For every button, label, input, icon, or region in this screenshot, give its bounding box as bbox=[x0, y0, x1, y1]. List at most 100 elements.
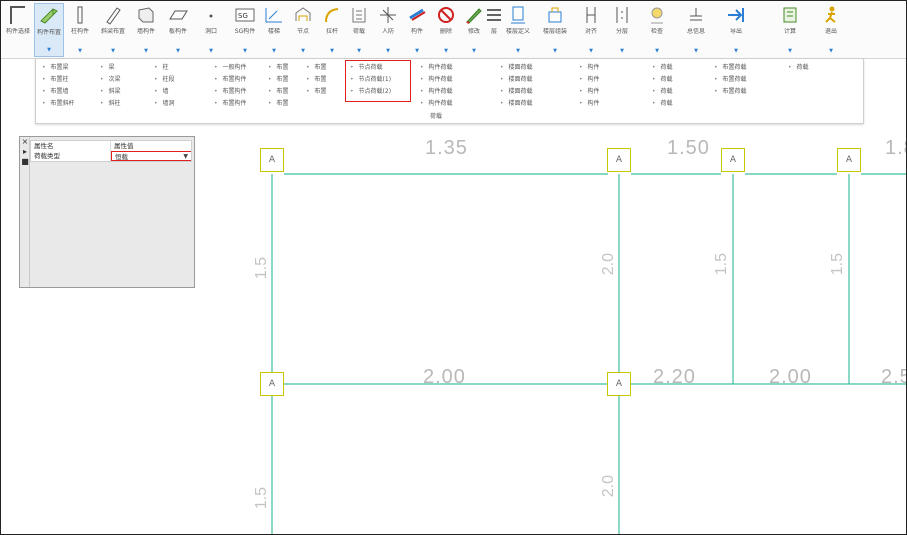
ribbon-button-check[interactable]: 检查 ▼ bbox=[642, 3, 672, 57]
load-type-select[interactable]: 恒载 ▼ bbox=[111, 151, 191, 161]
menu-icon[interactable]: ■ bbox=[20, 157, 30, 167]
chevron-down-icon: ▼ bbox=[829, 48, 833, 54]
dropdown-item[interactable]: • 一般构件 bbox=[214, 62, 247, 74]
layer-icon bbox=[487, 9, 501, 21]
dropdown-item[interactable]: • 构件荷载 bbox=[420, 62, 453, 74]
dropdown-item[interactable]: • 布置 bbox=[268, 98, 289, 110]
column-header-name: 属性名 bbox=[31, 141, 111, 151]
ribbon-button-load[interactable]: 荷载 ▼ bbox=[344, 3, 374, 57]
dropdown-item[interactable]: • 布置 bbox=[306, 62, 327, 74]
ribbon-button-align[interactable]: 对齐 ▼ bbox=[576, 3, 606, 57]
ribbon-button-stair[interactable]: 楼梯 ▼ bbox=[259, 3, 289, 57]
dropdown-item[interactable]: • 斜梁 bbox=[100, 86, 121, 98]
dropdown-item[interactable]: • 布置梁 bbox=[42, 62, 75, 74]
dropdown-item[interactable]: • 楼面荷载 bbox=[500, 62, 533, 74]
ribbon-button-rod[interactable]: 拉杆 ▼ bbox=[317, 3, 347, 57]
ribbon-button-exit[interactable]: 退出 ▼ bbox=[816, 3, 846, 57]
ribbon-button-opening[interactable]: 洞口 ▼ bbox=[196, 3, 226, 57]
dropdown-column-3: • 柱 • 柱段 • 墙 • 墙洞 bbox=[154, 62, 175, 110]
dropdown-item[interactable]: • 布置 bbox=[268, 74, 289, 86]
dropdown-column-4: • 一般构件 • 布置构件 • 布置构件 • 布置构件 bbox=[214, 62, 247, 110]
dropdown-item[interactable]: • 布置墙 bbox=[42, 86, 75, 98]
ribbon-button-split[interactable]: 分层 ▼ bbox=[607, 3, 637, 57]
dropdown-item[interactable]: • 荷载 bbox=[652, 86, 673, 98]
ribbon-button-sg[interactable]: SG SG构件 ▼ bbox=[230, 3, 260, 57]
dropdown-item[interactable]: • 荷载 bbox=[788, 62, 809, 74]
ribbon-button-component2[interactable]: 构件 ▼ bbox=[402, 3, 432, 57]
align-icon bbox=[586, 7, 596, 23]
rod-icon bbox=[325, 8, 339, 23]
dropdown-item[interactable]: • 梁 bbox=[100, 62, 121, 74]
dropdown-item[interactable]: • 构件荷载 bbox=[420, 98, 453, 110]
axis-node[interactable]: A bbox=[607, 372, 631, 396]
dropdown-item[interactable]: • 布置 bbox=[306, 74, 327, 86]
ribbon-button-select[interactable]: 构件选择 bbox=[3, 3, 33, 57]
dropdown-item[interactable]: • 荷载 bbox=[652, 62, 673, 74]
node-icon bbox=[295, 7, 311, 21]
chevron-down-icon: ▼ bbox=[330, 48, 334, 54]
ribbon-button-component[interactable]: 构件布置 ▼ bbox=[34, 3, 64, 57]
dropdown-item[interactable]: • 荷载 bbox=[652, 74, 673, 86]
dropdown-item[interactable]: • 荷载 bbox=[652, 98, 673, 110]
close-icon[interactable]: × bbox=[20, 137, 30, 147]
dropdown-item[interactable]: • 构件荷载 bbox=[420, 74, 453, 86]
ribbon-button-wall[interactable]: 墙构件 ▼ bbox=[131, 3, 161, 57]
ribbon-button-export[interactable]: 导出 ▼ bbox=[721, 3, 751, 57]
ribbon-button-defense[interactable]: 人防 ▼ bbox=[373, 3, 403, 57]
properties-panel: × ▸ ■ 属性名 属性值 荷载类型 恒载 ▼ bbox=[19, 136, 195, 288]
ribbon-button-calc[interactable]: 计算 ▼ bbox=[775, 3, 805, 57]
ribbon-button-info[interactable]: 总信息 ▼ bbox=[681, 3, 711, 57]
dropdown-item[interactable]: • 楼面荷载 bbox=[500, 86, 533, 98]
dropdown-item[interactable]: • 布置 bbox=[268, 86, 289, 98]
dimension-label: 1.35 bbox=[425, 137, 468, 159]
dimension-label: 1.50 bbox=[667, 137, 710, 159]
dropdown-item[interactable]: • 布置荷载 bbox=[714, 74, 747, 86]
dropdown-item[interactable]: • 布置构件 bbox=[214, 74, 247, 86]
select-icon bbox=[10, 6, 25, 24]
dropdown-item[interactable]: • 布置荷载 bbox=[714, 62, 747, 74]
axis-node[interactable]: A bbox=[837, 148, 861, 172]
dropdown-item[interactable]: • 构件 bbox=[579, 62, 600, 74]
dropdown-item[interactable]: • 构件荷载 bbox=[420, 86, 453, 98]
pin-icon[interactable]: ▸ bbox=[20, 147, 30, 157]
axis-node[interactable]: A bbox=[260, 148, 284, 172]
dropdown-item[interactable]: • 斜柱 bbox=[100, 98, 121, 110]
ribbon-button-delete[interactable]: 删除 ▼ bbox=[431, 3, 461, 57]
axis-node[interactable]: A bbox=[721, 148, 745, 172]
component-dropdown-menu: • 布置梁 • 布置柱 • 布置墙 • 布置斜杆 • 梁 • 次梁 • 斜梁 • 斜柱 • 柱 •… bbox=[35, 58, 864, 124]
stair-icon bbox=[265, 8, 282, 23]
dropdown-item[interactable]: • 布置荷载 bbox=[714, 86, 747, 98]
dropdown-item[interactable]: • 布置 bbox=[268, 62, 289, 74]
dropdown-item[interactable]: • 布置构件 bbox=[214, 86, 247, 98]
drawing-canvas[interactable]: A A A A A A 1.35 1.50 1.8 2.00 2.20 2.00… bbox=[201, 129, 906, 534]
ribbon-button-node[interactable]: 节点 ▼ bbox=[288, 3, 318, 57]
dropdown-item[interactable]: • 布置斜杆 bbox=[42, 98, 75, 110]
dropdown-item[interactable]: • 柱段 bbox=[154, 74, 175, 86]
axis-node[interactable]: A bbox=[607, 148, 631, 172]
chevron-down-icon: ▼ bbox=[444, 48, 448, 54]
vertical-dimension-label: 1.5 bbox=[253, 487, 270, 510]
dropdown-item[interactable]: • 构件 bbox=[579, 98, 600, 110]
ribbon-button-column[interactable]: 柱构件 ▼ bbox=[65, 3, 95, 57]
load-icon bbox=[352, 8, 366, 23]
dropdown-item[interactable]: • 次梁 bbox=[100, 74, 121, 86]
dropdown-item[interactable]: • 柱 bbox=[154, 62, 175, 74]
dropdown-item[interactable]: • 构件 bbox=[579, 74, 600, 86]
ribbon-button-assemble[interactable]: 楼层组装 ▼ bbox=[540, 3, 570, 57]
dropdown-item[interactable]: • 楼面荷载 bbox=[500, 98, 533, 110]
dropdown-item[interactable]: • 墙洞 bbox=[154, 98, 175, 110]
dropdown-item[interactable]: • 构件 bbox=[579, 86, 600, 98]
grid-lines bbox=[271, 173, 906, 534]
dropdown-item[interactable]: • 楼面荷载 bbox=[500, 74, 533, 86]
dropdown-item[interactable]: • 布置构件 bbox=[214, 98, 247, 110]
chevron-down-icon: ▼ bbox=[243, 48, 247, 54]
ribbon-button-floor[interactable]: 楼层定义 ▼ bbox=[503, 3, 533, 57]
dropdown-item[interactable]: • 布置 bbox=[306, 86, 327, 98]
ribbon-button-slab[interactable]: 板构件 ▼ bbox=[163, 3, 193, 57]
chevron-down-icon[interactable]: ▼ bbox=[183, 152, 188, 160]
axis-node[interactable]: A bbox=[260, 372, 284, 396]
dropdown-item[interactable]: • 布置柱 bbox=[42, 74, 75, 86]
dropdown-item[interactable]: • 墙 bbox=[154, 86, 175, 98]
dropdown-column-9: • 楼面荷载 • 楼面荷载 • 楼面荷载 • 楼面荷载 bbox=[500, 62, 533, 110]
ribbon-button-slant[interactable]: 斜梁布置 ▼ bbox=[98, 3, 128, 57]
